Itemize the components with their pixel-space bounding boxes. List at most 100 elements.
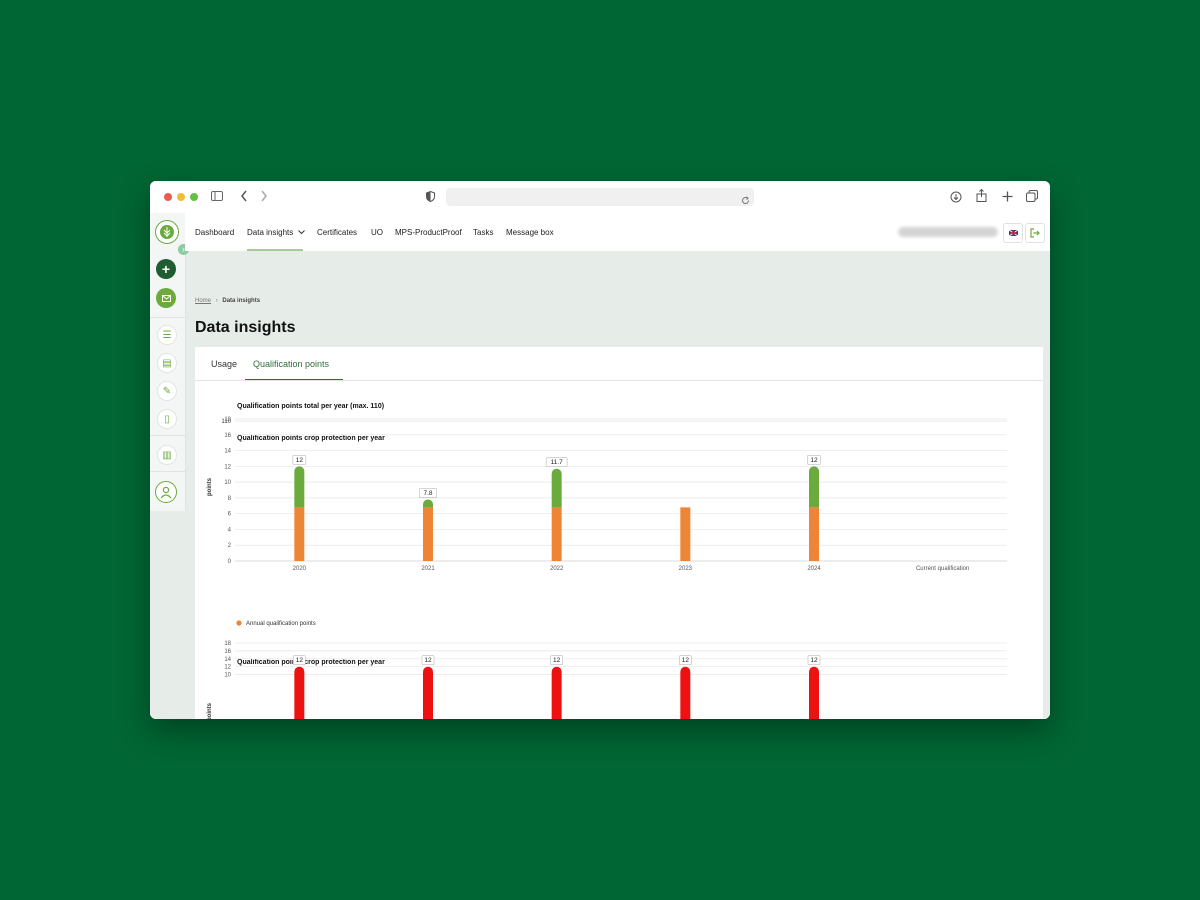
sidebar-divider bbox=[150, 435, 185, 436]
tab-usage[interactable]: Usage bbox=[211, 359, 237, 369]
chart2-bar-orange bbox=[294, 507, 305, 561]
sidebar-divider bbox=[150, 317, 185, 318]
chart2-ytick-label: 6 bbox=[228, 512, 232, 518]
forward-icon[interactable] bbox=[260, 190, 268, 204]
tabs-overview-icon[interactable] bbox=[1026, 190, 1038, 204]
sidebar: › + ☰ ▤ ✎ ▯ ▥ bbox=[150, 213, 189, 511]
chart2-xtick-label: 2021 bbox=[421, 566, 435, 572]
chart2-bar-orange bbox=[551, 507, 562, 561]
legend-swatch bbox=[236, 620, 242, 626]
chart3-bar-red bbox=[680, 666, 691, 719]
chart3-ytick-label: 10 bbox=[224, 673, 231, 679]
nav-certificates[interactable]: Certificates bbox=[317, 228, 357, 237]
nav-tasks[interactable]: Tasks bbox=[473, 228, 493, 237]
zoom-window-dot[interactable] bbox=[190, 193, 198, 201]
chart2-title: Qualification points crop protection per… bbox=[237, 435, 385, 442]
chart2-bar-orange bbox=[423, 507, 433, 561]
chart3-bar-red bbox=[423, 666, 433, 719]
breadcrumb-current: Data insights bbox=[222, 298, 261, 304]
chart3-title: Qualification points crop protection per… bbox=[237, 659, 385, 666]
chart2-y-axis-label: points bbox=[207, 477, 213, 496]
download-icon[interactable] bbox=[950, 191, 962, 205]
chart3-bar-red bbox=[551, 666, 562, 719]
chart3-ytick-label: 16 bbox=[224, 649, 231, 655]
chart2-ytick-label: 2 bbox=[228, 543, 232, 549]
tab-qualification-points[interactable]: Qualification points bbox=[253, 359, 329, 369]
chart3-y-axis-label: points bbox=[207, 702, 213, 719]
address-bar[interactable] bbox=[446, 188, 754, 206]
chart2-bar-green bbox=[423, 499, 433, 508]
new-tab-icon[interactable] bbox=[1002, 191, 1013, 204]
chart3-data-label: 12 bbox=[424, 657, 432, 664]
file-icon[interactable]: ▯ bbox=[157, 409, 177, 429]
minimize-window-dot[interactable] bbox=[177, 193, 185, 201]
breadcrumb-separator-icon: › bbox=[215, 298, 218, 304]
chart2-ytick-label: 18 bbox=[224, 417, 231, 423]
chart3-ytick-label: 12 bbox=[224, 665, 231, 671]
share-icon[interactable] bbox=[976, 188, 987, 204]
user-name-redacted bbox=[898, 227, 998, 237]
logo-icon[interactable] bbox=[155, 220, 179, 244]
chart2-bar-orange bbox=[680, 507, 691, 561]
chart2-ytick-label: 8 bbox=[228, 496, 232, 502]
document-icon[interactable]: ▤ bbox=[157, 353, 177, 373]
chart2-ytick-label: 16 bbox=[224, 433, 231, 439]
chart2-xtick-label: 2020 bbox=[293, 566, 307, 572]
sidebar-divider bbox=[150, 471, 185, 472]
user-icon[interactable] bbox=[155, 481, 177, 503]
plus-icon[interactable]: + bbox=[156, 259, 176, 279]
edit-icon[interactable]: ✎ bbox=[157, 381, 177, 401]
nav-mps-productproof[interactable]: MPS-ProductProof bbox=[395, 228, 462, 237]
page-title: Data insights bbox=[195, 319, 296, 336]
chart3-bar-red bbox=[809, 666, 819, 719]
close-window-dot[interactable] bbox=[164, 193, 172, 201]
uk-flag-icon[interactable] bbox=[1003, 223, 1023, 243]
chart2-ytick-label: 10 bbox=[224, 480, 231, 486]
reload-icon[interactable] bbox=[741, 192, 750, 210]
chart3-ytick-label: 18 bbox=[224, 641, 231, 647]
chart2-xtick-label: 2022 bbox=[550, 566, 564, 572]
chart2-xtick-label: 2023 bbox=[679, 566, 693, 572]
chart3-data-label: 12 bbox=[810, 657, 818, 664]
chart1-title: Qualification points total per year (max… bbox=[237, 403, 384, 410]
chart2-data-label: 12 bbox=[810, 457, 818, 464]
app-area: › + ☰ ▤ ✎ ▯ ▥ Dashboard Data insights Ce… bbox=[150, 213, 1050, 719]
nav-dashboard[interactable]: Dashboard bbox=[195, 228, 234, 237]
legend-label: Annual qualification points bbox=[246, 621, 316, 627]
mail-icon[interactable] bbox=[156, 288, 176, 308]
chart2-data-label: 12 bbox=[296, 457, 304, 464]
chart2-bar-green bbox=[551, 468, 562, 508]
chart3-ytick-label: 14 bbox=[224, 657, 231, 663]
chart2-bar-orange bbox=[809, 507, 819, 561]
chart3-data-label: 12 bbox=[296, 657, 304, 664]
nav-data-insights-label: Data insights bbox=[247, 228, 294, 237]
browser-toolbar bbox=[150, 181, 1050, 213]
nav-message-box[interactable]: Message box bbox=[506, 228, 554, 237]
chart2-bar-green bbox=[294, 466, 305, 508]
chart2-xtick-label: Current qualification bbox=[916, 566, 969, 572]
logout-icon[interactable] bbox=[1025, 223, 1045, 243]
nav-active-indicator bbox=[247, 249, 303, 251]
charts-area: Qualification points total per year (max… bbox=[207, 403, 1007, 719]
chart2-data-label: 7.8 bbox=[423, 490, 432, 497]
shield-icon bbox=[426, 190, 435, 204]
chart2-ytick-label: 12 bbox=[224, 464, 231, 470]
chart2-bar-green bbox=[809, 466, 819, 508]
top-navigation: Dashboard Data insights Certificates UO … bbox=[185, 213, 1050, 251]
chart2-xtick-label: 2024 bbox=[807, 566, 821, 572]
chart2-ytick-label: 0 bbox=[228, 559, 232, 565]
building-icon[interactable]: ▥ bbox=[157, 445, 177, 465]
back-icon[interactable] bbox=[240, 190, 248, 204]
sidebar-toggle-icon[interactable] bbox=[211, 191, 223, 203]
insights-panel: Usage Qualification points Qualification… bbox=[195, 347, 1043, 719]
list-icon[interactable]: ☰ bbox=[157, 325, 177, 345]
chart3-data-label: 12 bbox=[553, 657, 561, 664]
nav-uo[interactable]: UO bbox=[371, 228, 383, 237]
breadcrumb: Home › Data insights bbox=[195, 298, 260, 304]
breadcrumb-home[interactable]: Home bbox=[195, 298, 211, 304]
chart2-ytick-label: 14 bbox=[224, 449, 231, 455]
chevron-down-icon bbox=[298, 228, 306, 237]
chart2-ytick-label: 4 bbox=[228, 527, 232, 533]
nav-data-insights[interactable]: Data insights bbox=[247, 228, 306, 237]
browser-window: › + ☰ ▤ ✎ ▯ ▥ Dashboard Data insights Ce… bbox=[150, 181, 1050, 719]
